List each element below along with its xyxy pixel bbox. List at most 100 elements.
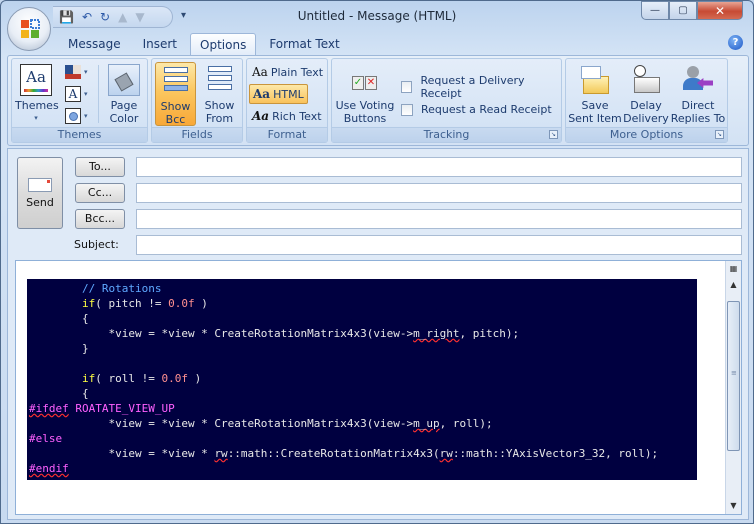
vertical-scrollbar[interactable]: ▦ ▲ ≡ ▼ xyxy=(725,261,741,514)
outlook-message-window: Untitled - Message (HTML) — ▢ ✕ 💾 ↶ ↻ ▲ … xyxy=(0,0,754,524)
group-label-format: Format xyxy=(247,127,327,142)
ribbon-tabs: Message Insert Options Format Text xyxy=(59,33,349,55)
direct-replies-icon xyxy=(682,64,714,96)
group-label-themes: Themes xyxy=(12,127,147,142)
customize-qat-icon[interactable]: ▾ xyxy=(181,10,186,21)
page-color-label: Page Color xyxy=(109,99,139,125)
plain-text-button[interactable]: Aa Plain Text xyxy=(249,62,326,82)
group-more-options: Save Sent Item Delay Delivery Direct Rep… xyxy=(565,58,728,143)
redo-icon[interactable]: ↻ xyxy=(100,11,110,23)
themes-button[interactable]: Aa Themes ▾ xyxy=(15,62,59,126)
tab-options[interactable]: Options xyxy=(190,33,257,55)
close-button[interactable]: ✕ xyxy=(697,1,743,20)
group-tracking: ✓ ✕ Use Voting Buttons Request a Delivery… xyxy=(331,58,562,143)
theme-colors-button[interactable]: ▾ xyxy=(62,62,91,82)
office-logo-icon xyxy=(21,19,40,38)
code-text: , roll); xyxy=(439,417,493,430)
save-icon[interactable]: 💾 xyxy=(59,11,74,23)
group-label-fields: Fields xyxy=(152,127,242,142)
code-preprocessor: #endif xyxy=(29,462,69,475)
subject-field[interactable] xyxy=(136,235,742,255)
code-number: 0.0f xyxy=(161,372,188,385)
bcc-field[interactable] xyxy=(136,209,742,229)
code-block: // Rotations if( pitch != 0.0f ) { *view… xyxy=(27,279,697,480)
office-button[interactable] xyxy=(7,7,51,51)
rich-text-label: Rich Text xyxy=(272,109,322,123)
show-from-button[interactable]: Show From xyxy=(199,62,240,126)
code-text: *view = *view * CreateRotationMatrix4x3(… xyxy=(29,417,414,430)
bcc-button[interactable]: Bcc... xyxy=(75,209,125,229)
save-sent-item-button[interactable]: Save Sent Item xyxy=(568,62,622,126)
delay-delivery-button[interactable]: Delay Delivery xyxy=(623,62,669,126)
previous-item-icon[interactable]: ▲ xyxy=(118,11,127,23)
code-text: ) xyxy=(187,372,202,385)
code-text: ( pitch != xyxy=(95,297,169,310)
group-label-more-options: More Options xyxy=(566,127,727,142)
tab-insert[interactable]: Insert xyxy=(134,33,186,55)
read-receipt-label: Request a Read Receipt xyxy=(421,103,552,116)
code-text: ) xyxy=(194,297,208,310)
subject-label: Subject: xyxy=(74,238,119,251)
code-keyword: if xyxy=(81,372,96,385)
code-comment: // Rotations xyxy=(29,282,162,295)
cc-button[interactable]: Cc... xyxy=(75,183,125,203)
theme-fonts-button[interactable]: A ▾ xyxy=(62,84,91,104)
code-preprocessor: ROATATE_VIEW_UP xyxy=(68,402,175,415)
use-voting-buttons-label: Use Voting Buttons xyxy=(335,99,395,125)
checkbox-unchecked-icon xyxy=(401,103,413,116)
tab-message[interactable]: Message xyxy=(59,33,130,55)
chevron-down-icon: ▾ xyxy=(84,112,88,120)
group-label-tracking: Tracking xyxy=(332,127,561,142)
misspelled-word: m_right xyxy=(413,327,460,340)
scrollbar-thumb[interactable]: ≡ xyxy=(727,301,740,451)
ruler-toggle-icon[interactable]: ▦ xyxy=(726,261,741,277)
restore-button[interactable]: ▢ xyxy=(669,1,697,20)
help-icon[interactable]: ? xyxy=(728,35,743,50)
code-number: 0.0f xyxy=(168,297,195,310)
code-text: ::math::CreateRotationMatrix4x3( xyxy=(227,447,440,460)
code-text: *view = *view * xyxy=(29,447,215,460)
html-button[interactable]: Aa HTML xyxy=(249,84,308,104)
read-receipt-checkbox[interactable]: Request a Read Receipt xyxy=(401,103,552,116)
chevron-down-icon: ▾ xyxy=(34,114,38,122)
code-text: *view = *view * CreateRotationMatrix4x3(… xyxy=(29,327,414,340)
theme-fonts-icon: A xyxy=(65,86,81,102)
save-sent-folder-icon xyxy=(579,64,611,96)
code-text: , pitch); xyxy=(459,327,520,340)
themes-icon: Aa xyxy=(20,64,52,96)
theme-colors-icon xyxy=(65,65,81,79)
rich-text-icon: Aa xyxy=(252,109,270,123)
delivery-receipt-checkbox[interactable]: Request a Delivery Receipt xyxy=(401,74,561,100)
use-voting-buttons-button[interactable]: ✓ ✕ Use Voting Buttons xyxy=(334,62,396,126)
code-keyword: if xyxy=(81,297,96,310)
html-icon: Aa xyxy=(253,87,271,101)
more-options-dialog-launcher-icon[interactable]: ↘ xyxy=(715,130,724,139)
page-color-button[interactable]: Page Color xyxy=(102,62,146,126)
tab-format-text[interactable]: Format Text xyxy=(260,33,348,55)
direct-replies-to-label: Direct Replies To xyxy=(670,99,726,125)
message-body[interactable]: // Rotations if( pitch != 0.0f ) { *view… xyxy=(15,260,742,515)
code-preprocessor: #else xyxy=(29,432,63,445)
tracking-dialog-launcher-icon[interactable]: ↘ xyxy=(549,130,558,139)
minimize-button[interactable]: — xyxy=(641,1,669,20)
to-button[interactable]: To... xyxy=(75,157,125,177)
page-color-icon xyxy=(108,64,140,96)
show-bcc-button[interactable]: Show Bcc xyxy=(155,62,196,126)
scroll-up-arrow-icon[interactable]: ▲ xyxy=(726,277,741,293)
rich-text-button[interactable]: Aa Rich Text xyxy=(249,106,325,126)
checkbox-unchecked-icon xyxy=(401,81,413,93)
ribbon: Aa Themes ▾ ▾ A ▾ ▾ Page Color Themes Sho… xyxy=(7,55,749,146)
send-button[interactable]: Send xyxy=(17,157,63,229)
next-item-icon[interactable]: ▼ xyxy=(135,11,144,23)
scroll-down-arrow-icon[interactable]: ▼ xyxy=(726,498,741,514)
direct-replies-to-button[interactable]: Direct Replies To xyxy=(670,62,726,126)
send-envelope-icon xyxy=(28,178,52,192)
to-field[interactable] xyxy=(136,157,742,177)
cc-field[interactable] xyxy=(136,183,742,203)
misspelled-word: rw xyxy=(214,447,228,460)
theme-effects-button[interactable]: ▾ xyxy=(62,106,91,126)
delivery-receipt-label: Request a Delivery Receipt xyxy=(420,74,525,100)
undo-icon[interactable]: ↶ xyxy=(82,11,92,23)
theme-effects-icon xyxy=(65,108,81,124)
